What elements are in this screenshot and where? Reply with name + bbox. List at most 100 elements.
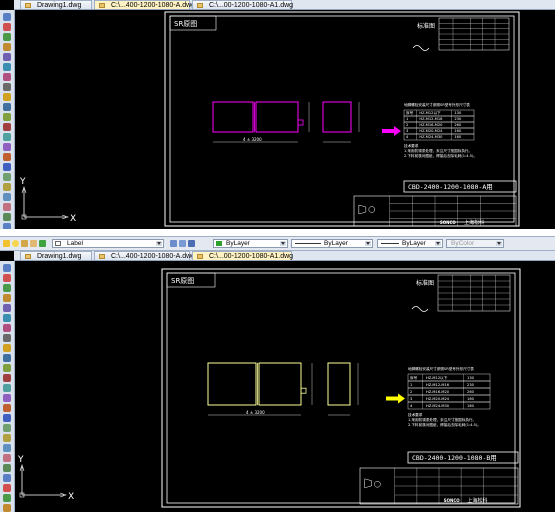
company-logo: SONCO [440, 220, 457, 225]
chevron-down-icon[interactable] [280, 241, 286, 246]
install-table-cell: HZ-M20-M24 [419, 129, 443, 133]
technical-notes-line: 1.采用防锈漆处理，未注尺寸按国标执行。 [404, 148, 472, 153]
title-box-text: SR原图 [171, 277, 194, 285]
properties-toolbar: Label ByLayer ByLayer ByLayer ByColor [0, 236, 555, 251]
install-table-cell: 130 [467, 376, 475, 380]
color-combo[interactable]: ByLayer [213, 239, 288, 248]
install-table-cell: 160 [467, 404, 475, 408]
technical-notes-line: 1.采用防锈漆处理，未注尺寸按国标执行。 [408, 417, 476, 422]
front-view-tab [300, 387, 307, 394]
layer-sun-icon[interactable] [12, 240, 19, 247]
install-table-cell: HZ-M12-M16 [419, 117, 443, 121]
install-table-cell: 3 [406, 129, 408, 133]
layer-states-icon[interactable] [188, 240, 195, 247]
highlight-arrow-icon [382, 126, 401, 136]
sheet-inner-border [169, 15, 515, 223]
layer-swatch-icon [55, 241, 61, 246]
projection-symbol-icon [368, 206, 376, 213]
plotstyle-combo: ByColor [446, 239, 504, 248]
company-name: 上海松科 [467, 497, 487, 504]
chevron-down-icon[interactable] [156, 241, 162, 246]
dwg-file-icon [25, 254, 31, 259]
layer-color-square-icon[interactable] [39, 240, 46, 247]
install-table-cell: 260 [454, 123, 462, 127]
model-code-text: CBD-2400-1200-1080-B用 [412, 454, 497, 462]
bottom-drawing-canvas[interactable]: SR原图 标准图 4 ± 3200 地脚螺栓安装尺寸参照SR型号外形尺寸表序号 HZ-M… [0, 261, 555, 512]
front-view-tab [297, 119, 304, 126]
sheet-outer-border [164, 11, 520, 227]
technical-notes-line: 2.下料前核对图纸，焊接后去除毛刺(1:4.5)。 [408, 422, 481, 427]
top-drawing-canvas[interactable]: SR原图 标准图 4 ± 3200 地脚螺栓安装尺寸参照SR型号外形尺寸表序号 HZ-M… [0, 10, 555, 229]
tab-a-dwg[interactable]: C:\...400-1200-1080-A.dwg [94, 251, 195, 260]
install-table-row [407, 373, 491, 382]
color-swatch-icon [216, 241, 222, 246]
ucs-x-label: X [68, 492, 74, 502]
install-table-cell: 160 [454, 129, 462, 133]
tab-a1-dwg[interactable]: C:\...00-1200-1080-A1.dwg [192, 0, 293, 9]
layer-combo[interactable]: Label [52, 239, 164, 248]
install-table-cell: HZ-M24-M30 [419, 135, 443, 139]
front-view-right-block [258, 362, 302, 406]
install-table-cell: 2 [410, 390, 412, 394]
side-view-block [322, 101, 352, 133]
tab-drawing1[interactable]: Drawing1.dwg [20, 251, 92, 260]
install-table-cell: 130 [454, 111, 462, 115]
layer-light-icon[interactable] [3, 240, 10, 247]
install-table-cell: 1 [410, 383, 412, 387]
technical-notes-line: 技术要求 [404, 143, 419, 148]
dimension-text: 4 ± 3200 [246, 410, 265, 415]
projection-cone-icon [358, 204, 367, 215]
projection-symbol-icon [374, 480, 381, 488]
install-table-cell: 4 [410, 404, 413, 408]
ucs-y-label: Y [17, 455, 24, 465]
front-view-left-block [212, 101, 254, 133]
install-note-title: 地脚螺栓安装尺寸参照SR型号外形尺寸表 [408, 366, 474, 371]
install-table-cell: HZ-M16-M20 [419, 123, 443, 127]
top-file-tab-bar: Drawing1.dwg C:\...400-1200-1080-A.dwg C… [14, 0, 555, 10]
tab-a-dwg[interactable]: C:\...400-1200-1080-A.dwg [94, 0, 195, 9]
title-box-text: SR原图 [174, 20, 197, 28]
install-table-cell: HZ-M12以下 [426, 376, 448, 380]
layer-lock-icon[interactable] [21, 240, 28, 247]
install-table-cell: 序号 [406, 110, 414, 115]
chevron-down-icon[interactable] [365, 241, 371, 246]
chevron-down-icon[interactable] [435, 241, 441, 246]
install-table-cell: 序号 [410, 375, 418, 380]
side-view-block [327, 362, 351, 406]
pane-separator [0, 229, 555, 236]
dwg-file-icon [197, 3, 203, 8]
top-drawing-pane[interactable]: Drawing1.dwg C:\...400-1200-1080-A.dwg C… [0, 0, 555, 229]
install-table-cell: 260 [467, 390, 475, 394]
bottom-drawing-pane[interactable]: Drawing1.dwg C:\...400-1200-1080-A.dwg C… [0, 251, 555, 512]
dimension-text: 4 ± 3200 [243, 137, 262, 142]
dwg-file-icon [25, 3, 31, 8]
technical-notes-line: 2.下料前核对图纸，焊接后去除毛刺(1:4.5)。 [404, 153, 477, 158]
highlight-arrow-icon [386, 393, 405, 404]
dwg-file-icon [99, 254, 105, 259]
layer-previous-icon[interactable] [179, 240, 186, 247]
install-table-cell: HZ-M20-M24 [426, 397, 450, 401]
tab-a1-dwg[interactable]: C:\...00-1200-1080-A1.dwg [192, 251, 293, 260]
install-table-cell: HZ-M12以下 [419, 111, 441, 115]
install-table-cell: 230 [454, 117, 462, 121]
chevron-down-icon [496, 241, 502, 246]
tab-drawing1[interactable]: Drawing1.dwg [20, 0, 92, 9]
install-table-cell: 230 [467, 383, 475, 387]
front-view-right-block [255, 101, 299, 133]
install-table-cell: HZ-M24-M30 [426, 404, 450, 408]
layer-hand-icon[interactable] [30, 240, 37, 247]
model-code-text: CBD-2400-1200-1080-A用 [408, 183, 493, 191]
linetype-preview [295, 243, 321, 244]
install-table-cell: 160 [467, 397, 475, 401]
lineweight-combo[interactable]: ByLayer [377, 239, 443, 248]
install-table-cell: 4 [406, 135, 409, 139]
linetype-combo[interactable]: ByLayer [291, 239, 373, 248]
install-note-title: 地脚螺栓安装尺寸参照SR型号外形尺寸表 [404, 102, 470, 107]
install-table-cell: 3 [410, 397, 412, 401]
ucs-y-label: Y [19, 177, 26, 187]
make-current-layer-icon[interactable] [170, 240, 177, 247]
install-table-cell: HZ-M12-M16 [426, 383, 450, 387]
install-table-cell: 2 [406, 123, 408, 127]
company-logo: SONCO [444, 498, 461, 503]
surface-finish-symbol [412, 45, 430, 51]
